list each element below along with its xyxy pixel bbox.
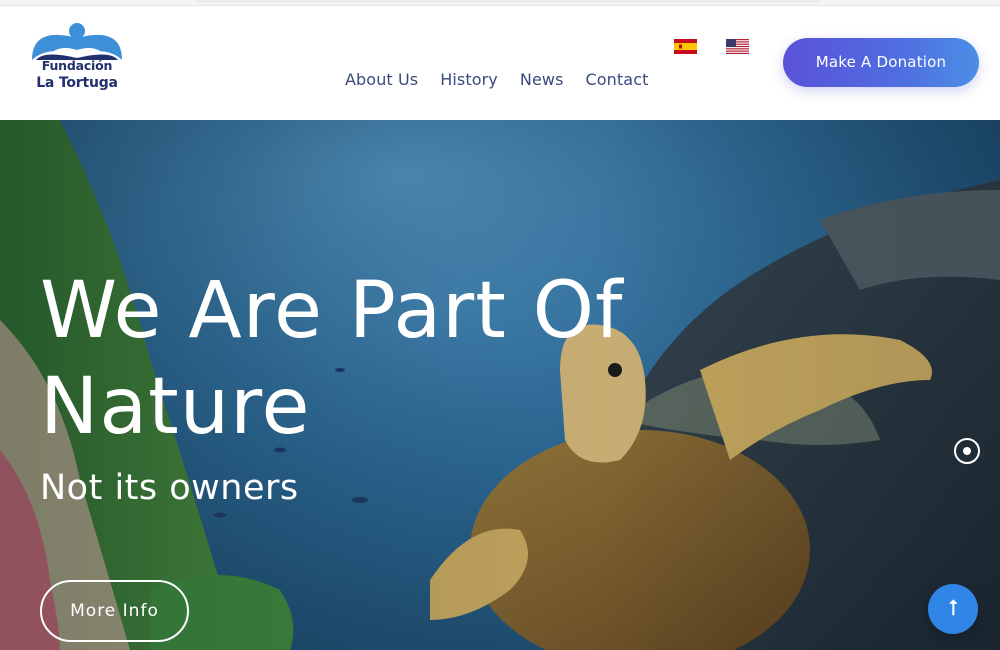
more-info-button[interactable]: More Info <box>40 580 189 642</box>
flag-spain-icon[interactable] <box>674 39 697 54</box>
site-logo[interactable]: Fundación La Tortuga <box>28 20 126 104</box>
slide-dot-icon[interactable] <box>954 438 980 464</box>
flag-usa-icon[interactable] <box>726 39 749 54</box>
hero-title: We Are Part Of Nature <box>40 266 624 452</box>
main-nav: About Us History News Contact <box>345 70 670 89</box>
logo-text-line1: Fundación <box>41 58 113 73</box>
nav-item-contact[interactable]: Contact <box>586 70 649 89</box>
top-strip-inner <box>195 0 820 2</box>
make-donation-button[interactable]: Make A Donation <box>783 38 979 87</box>
nav-item-about-us[interactable]: About Us <box>345 70 418 89</box>
book-hands-icon <box>32 23 122 60</box>
nav-item-history[interactable]: History <box>440 70 498 89</box>
hero-subtitle: Not its owners <box>40 468 299 508</box>
logo-text-line2: La Tortuga <box>36 75 118 91</box>
nav-item-news[interactable]: News <box>520 70 564 89</box>
hero-slider: We Are Part Of Nature Not its owners Mor… <box>0 120 1000 650</box>
site-header: Fundación La Tortuga About Us History Ne… <box>0 6 1000 120</box>
arrow-up-icon[interactable]: ⭡ <box>928 584 978 634</box>
